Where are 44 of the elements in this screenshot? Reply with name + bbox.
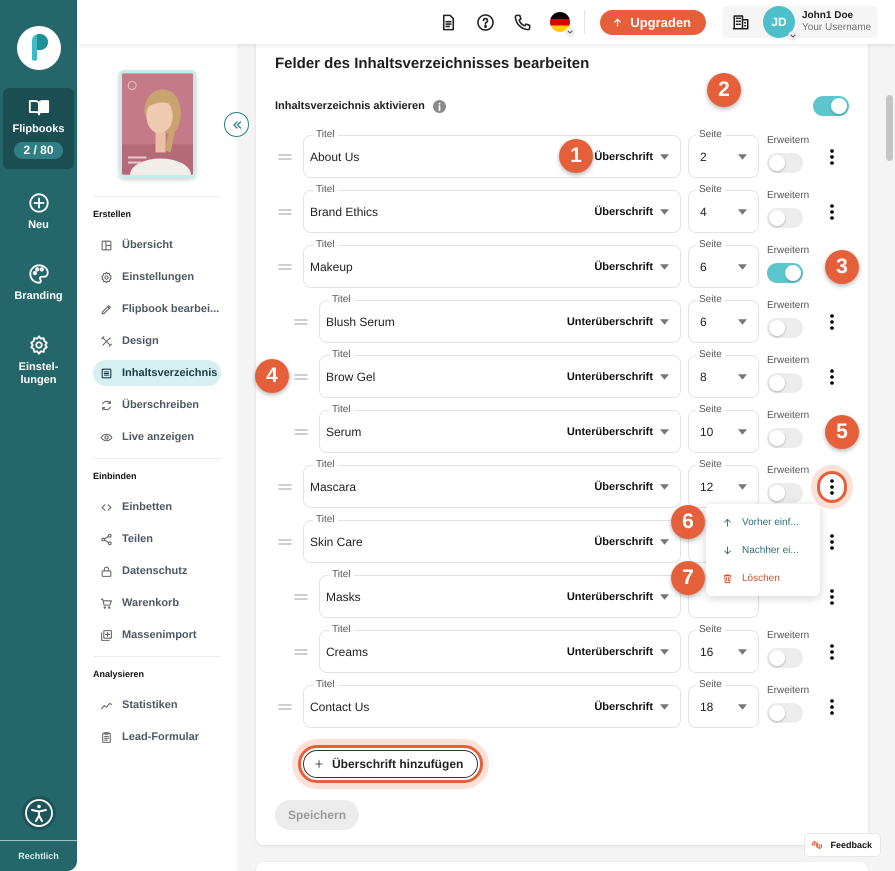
toggle-label: Inhaltsverzeichnis aktivieren	[275, 100, 425, 112]
title-value: Skin Care	[310, 534, 363, 548]
page-value: 12	[700, 480, 714, 494]
step-marker: 1	[559, 139, 593, 173]
title-value: Brow Gel	[326, 370, 376, 384]
page-value: 8	[700, 370, 707, 384]
expand-label: Erweitern	[767, 410, 810, 422]
expand-label: Erweitern	[767, 300, 810, 312]
expand-label: Erweitern	[767, 684, 810, 696]
step-marker: 3	[825, 250, 859, 284]
step-marker: 6	[671, 505, 705, 539]
step-marker: 2	[707, 73, 741, 107]
count-badge: 2 / 80	[14, 142, 63, 159]
title-value: Serum	[326, 424, 362, 438]
section-title: Analysieren	[93, 669, 146, 679]
title-value: Masks	[326, 590, 361, 604]
step-marker: 7	[671, 561, 705, 595]
expand-label: Erweitern	[767, 244, 810, 256]
step-marker: 4	[255, 359, 289, 393]
title-value: Brand Ethics	[310, 204, 378, 218]
title-value: Creams	[326, 644, 368, 658]
username: Your Username	[802, 22, 872, 34]
page-value: 18	[700, 700, 714, 714]
title-value: Blush Serum	[326, 314, 395, 328]
expand-label: Erweitern	[767, 464, 810, 476]
page-value: 6	[700, 260, 707, 274]
expand-label: Erweitern	[767, 134, 810, 146]
expand-label: Erweitern	[767, 354, 810, 366]
title-value: Makeup	[310, 260, 353, 274]
title-value: Contact Us	[310, 700, 370, 714]
section-title: Erstellen	[93, 209, 132, 219]
user-name: John1 Doe	[802, 10, 854, 22]
title-value: About Us	[310, 150, 360, 164]
page-title: Felder des Inhaltsverzeichnisses bearbeiten	[275, 54, 590, 74]
page-value: 6	[700, 314, 707, 328]
step-marker: 5	[825, 415, 859, 449]
expand-label: Erweitern	[767, 190, 810, 202]
page-value: 2	[700, 150, 707, 164]
expand-label: Erweitern	[767, 630, 810, 642]
page-value: 16	[700, 644, 714, 658]
title-value: Mascara	[310, 480, 356, 494]
section-title: Einbinden	[93, 471, 138, 481]
page-value: 4	[700, 204, 707, 218]
page-value: 10	[700, 424, 714, 438]
